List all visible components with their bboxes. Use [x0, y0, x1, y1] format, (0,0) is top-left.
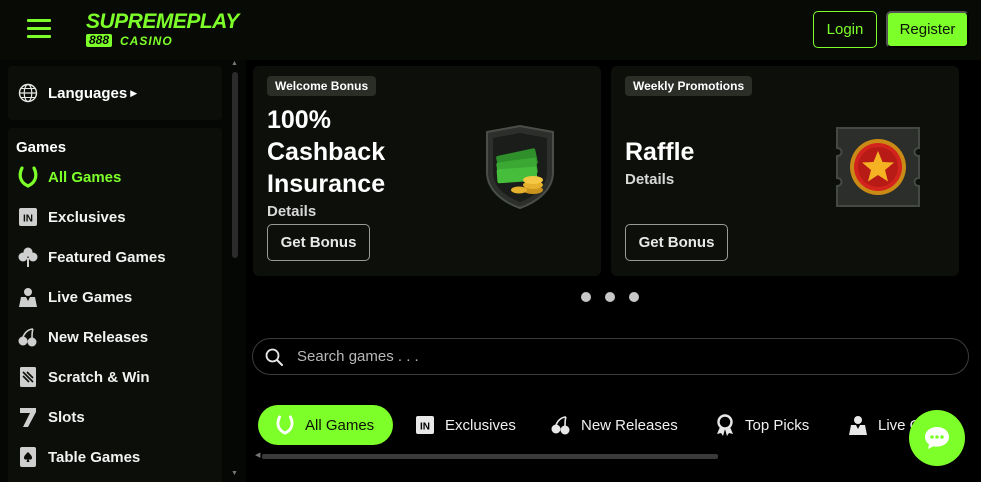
promo-card-welcome-bonus: Welcome Bonus 100% Cashback Insurance De…: [253, 66, 601, 276]
in-badge-icon: IN: [16, 205, 40, 229]
sidebar-item-all-games[interactable]: All Games: [16, 164, 121, 190]
get-bonus-button[interactable]: Get Bonus: [267, 224, 370, 261]
promo-card-weekly-promotions: Weekly Promotions Raffle Details Get Bon…: [611, 66, 959, 276]
live-chat-button[interactable]: [909, 410, 965, 466]
sidebar-item-label: Exclusives: [48, 208, 126, 226]
sidebar-item-slots[interactable]: Slots: [16, 404, 85, 430]
carousel-dot[interactable]: [629, 292, 639, 302]
tab-exclusives[interactable]: IN Exclusives: [414, 405, 516, 445]
languages-label: Languages: [48, 84, 128, 102]
horseshoe-icon: [274, 414, 296, 436]
scroll-left-arrow-icon[interactable]: ◀: [255, 451, 260, 459]
games-menu: Games All Games IN Exclusives Featured G…: [8, 128, 222, 482]
sidebar-item-new-releases[interactable]: New Releases: [16, 324, 148, 350]
in-badge-icon: IN: [414, 414, 436, 436]
category-tabs: All Games IN Exclusives New Releases Top…: [258, 405, 970, 445]
sidebar-item-label: Slots: [48, 408, 85, 426]
tab-new-releases[interactable]: New Releases: [550, 405, 678, 445]
promo-title: 100% Cashback Insurance: [267, 106, 386, 198]
promo-badge: Weekly Promotions: [625, 76, 753, 96]
caret-right-icon: ▶: [130, 87, 138, 98]
promo-title: Raffle: [625, 138, 695, 166]
login-button[interactable]: Login: [813, 11, 877, 48]
languages-selector[interactable]: Languages ▶: [8, 66, 222, 120]
tab-top-picks[interactable]: Top Picks: [714, 405, 809, 445]
dealer-icon: [16, 285, 40, 309]
tab-label: New Releases: [581, 416, 678, 434]
seven-icon: [16, 405, 40, 429]
carousel-dots: [581, 292, 639, 302]
dealer-icon: [847, 414, 869, 436]
sidebar-item-label: New Releases: [48, 328, 149, 346]
logo-wordmark: SUPREMEPLAY: [86, 10, 239, 33]
horseshoe-icon: [16, 165, 40, 189]
clover-icon: [16, 245, 40, 269]
tab-label: Top Picks: [745, 416, 810, 434]
carousel-dot[interactable]: [581, 292, 591, 302]
supremeplay-logo[interactable]: SUPREMEPLAY 888 CASINO: [86, 10, 256, 50]
tabs-horizontal-scrollbar[interactable]: [262, 454, 718, 459]
sidebar: Languages ▶ Games All Games IN Exclusive…: [0, 60, 246, 482]
games-heading: Games: [16, 139, 67, 156]
sidebar-item-label: Featured Games: [48, 248, 166, 266]
sidebar-item-exclusives[interactable]: IN Exclusives: [16, 204, 126, 230]
cherries-icon: [16, 325, 40, 349]
sidebar-item-label: Table Games: [48, 448, 141, 466]
promo-details-link[interactable]: Details: [267, 203, 316, 220]
promo-badge: Welcome Bonus: [267, 76, 377, 96]
logo-888-mark: 888: [86, 34, 113, 47]
globe-icon: [18, 83, 38, 103]
tab-all-games[interactable]: All Games: [258, 405, 393, 445]
tab-label: All Games: [305, 416, 375, 434]
tab-label: Exclusives: [445, 416, 516, 434]
svg-text:IN: IN: [420, 422, 430, 433]
scratch-card-icon: [16, 365, 40, 389]
sidebar-item-live-games[interactable]: Live Games: [16, 284, 132, 310]
award-ribbon-icon: [714, 414, 736, 436]
logo-casino-text: CASINO: [120, 34, 173, 48]
cherries-icon: [550, 414, 572, 436]
promo-details-link[interactable]: Details: [625, 171, 674, 188]
scroll-down-arrow-icon[interactable]: ▼: [231, 470, 238, 477]
svg-text:IN: IN: [23, 214, 33, 225]
sidebar-scrollbar[interactable]: [232, 72, 238, 258]
sidebar-item-table-games[interactable]: Table Games: [16, 444, 140, 470]
cash-stack-shield-icon: [486, 124, 554, 210]
sidebar-item-featured-games[interactable]: Featured Games: [16, 244, 166, 270]
playing-card-icon: [16, 445, 40, 469]
top-header: SUPREMEPLAY 888 CASINO Login Register: [0, 0, 981, 60]
search-input[interactable]: [297, 348, 968, 365]
raffle-ticket-star-icon: [836, 127, 920, 207]
search-bar[interactable]: [252, 338, 969, 375]
sidebar-item-scratch-win[interactable]: Scratch & Win: [16, 364, 150, 390]
sidebar-item-label: All Games: [48, 168, 122, 186]
hamburger-menu-icon[interactable]: [27, 19, 51, 39]
carousel-dot[interactable]: [605, 292, 615, 302]
sidebar-item-label: Live Games: [48, 288, 133, 306]
chat-bubble-icon: [925, 427, 949, 449]
register-button[interactable]: Register: [886, 11, 969, 48]
scroll-up-arrow-icon[interactable]: ▲: [231, 60, 238, 67]
get-bonus-button[interactable]: Get Bonus: [625, 224, 728, 261]
search-icon: [265, 348, 283, 366]
sidebar-item-label: Scratch & Win: [48, 368, 150, 386]
